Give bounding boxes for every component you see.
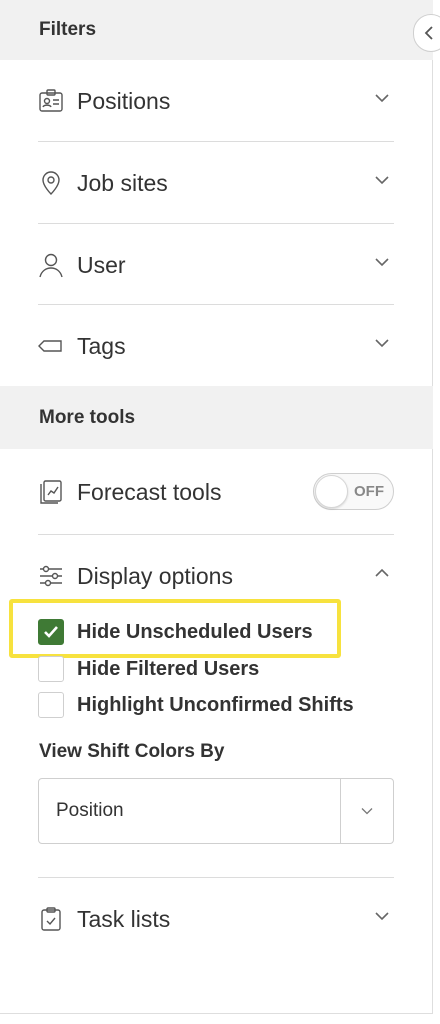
tag-icon — [38, 333, 64, 359]
hide-filtered-users-option[interactable]: Hide Filtered Users — [38, 654, 259, 684]
hide-unscheduled-users-option[interactable]: Hide Unscheduled Users — [38, 617, 313, 647]
display-options-label: Display options — [77, 562, 233, 589]
filter-user[interactable]: User — [38, 224, 394, 306]
forecast-tools-row: Forecast tools OFF — [38, 451, 394, 533]
highlight-unconfirmed-shifts-option[interactable]: Highlight Unconfirmed Shifts — [38, 690, 354, 720]
filters-header: Filters — [0, 0, 433, 60]
hide-filtered-users-label: Hide Filtered Users — [77, 657, 260, 680]
select-arrow[interactable] — [340, 779, 393, 843]
chevron-up-icon — [375, 568, 389, 577]
highlight-unconfirmed-shifts-label: Highlight Unconfirmed Shifts — [77, 693, 354, 716]
chevron-down-icon — [375, 94, 389, 103]
filter-panel: Filters Positions Job sites User Tags Mo… — [0, 0, 433, 1014]
toggle-state: OFF — [354, 483, 384, 500]
filter-tags-label: Tags — [77, 332, 126, 359]
badge-icon — [38, 88, 64, 114]
chevron-down-icon — [375, 176, 389, 185]
chevron-down-icon — [375, 912, 389, 921]
collapse-panel-button[interactable] — [413, 14, 440, 52]
hide-unscheduled-users-checkbox[interactable] — [38, 619, 64, 645]
toggle-knob — [315, 475, 348, 508]
hide-filtered-users-checkbox[interactable] — [38, 656, 64, 682]
task-lists-label: Task lists — [77, 905, 171, 932]
filter-job-sites[interactable]: Job sites — [38, 142, 394, 224]
forecast-tools-label: Forecast tools — [77, 478, 222, 505]
forecast-tools-toggle[interactable]: OFF — [313, 473, 394, 510]
clipboard-check-icon — [38, 906, 64, 932]
hide-unscheduled-users-label: Hide Unscheduled Users — [77, 620, 313, 643]
sliders-icon — [38, 563, 64, 589]
filter-positions-label: Positions — [77, 87, 171, 114]
filter-user-label: User — [77, 251, 126, 278]
filter-job-sites-label: Job sites — [77, 169, 168, 196]
user-icon — [38, 252, 64, 278]
chevron-down-icon — [375, 258, 389, 267]
chevron-down-icon — [375, 339, 389, 348]
filters-title: Filters — [39, 19, 97, 40]
highlight-unconfirmed-shifts-checkbox[interactable] — [38, 692, 64, 718]
chevron-down-icon — [361, 808, 373, 815]
filter-tags[interactable]: Tags — [38, 305, 394, 387]
map-pin-icon — [38, 170, 64, 196]
more-tools-title: More tools — [39, 406, 136, 428]
forecast-icon — [38, 479, 64, 505]
chevron-left-icon — [424, 26, 433, 40]
filter-positions[interactable]: Positions — [38, 60, 394, 142]
shift-colors-heading: View Shift Colors By — [39, 741, 225, 762]
more-tools-header: More tools — [0, 386, 433, 449]
task-lists-row[interactable]: Task lists — [38, 878, 394, 960]
checkmark-icon — [44, 626, 58, 638]
shift-colors-select[interactable]: Position — [38, 778, 394, 844]
shift-colors-value: Position — [56, 800, 124, 821]
